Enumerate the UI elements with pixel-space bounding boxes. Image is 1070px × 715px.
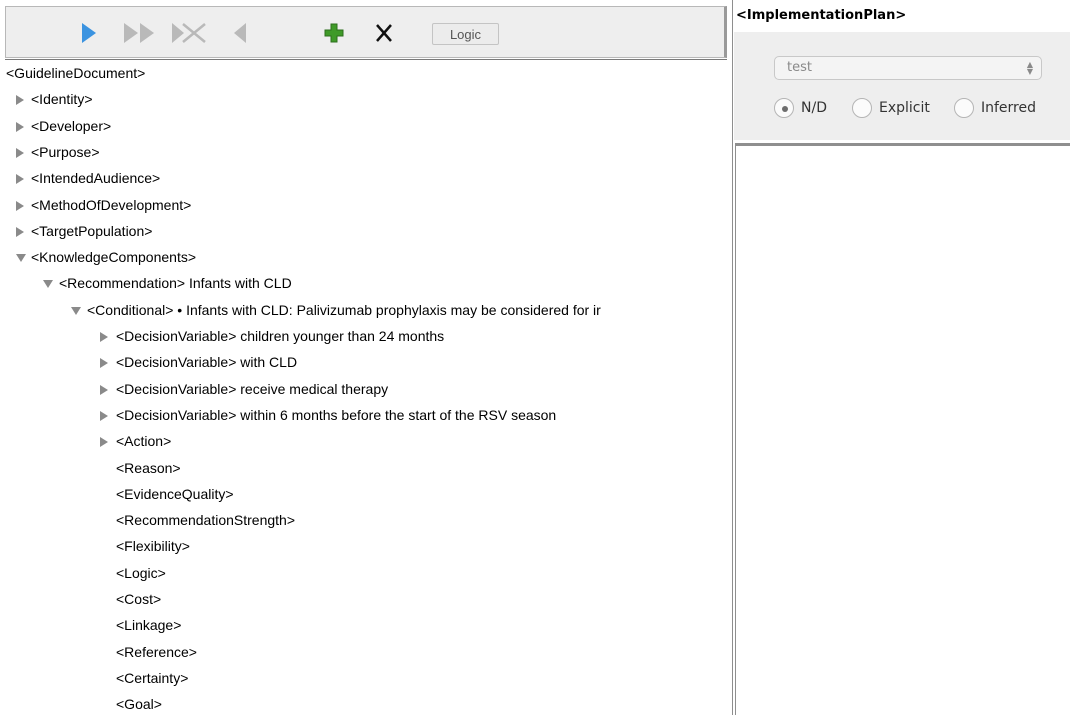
radio-inferred-label: Inferred (981, 100, 1037, 116)
tree-node-label: <Certainty> (116, 669, 189, 686)
tree-node-label: <DecisionVariable> within 6 months befor… (116, 406, 557, 423)
tree-node-label: <Linkage> (116, 617, 182, 634)
radio-nd[interactable]: N/D (774, 98, 827, 118)
tree-node-label: <Logic> (116, 564, 166, 581)
document-tree-pane: Logic <GuidelineDocument> <Identity> <Deve… (0, 0, 733, 715)
tree-node[interactable]: <Reason> (0, 455, 732, 481)
collapse-arrow-icon[interactable] (100, 332, 108, 342)
collapse-arrow-icon[interactable] (16, 121, 24, 132)
tree-node-label: <Reference> (116, 643, 197, 660)
expand-arrow-icon[interactable] (43, 280, 53, 289)
radio-explicit-label: Explicit (879, 100, 930, 116)
tree-node[interactable]: <Identity> (0, 86, 732, 112)
collapse-arrow-icon[interactable] (16, 95, 24, 106)
tree-node-label: <TargetPopulation> (31, 222, 153, 239)
tree-node-label: <Reason> (116, 459, 181, 476)
tree-node-label: <Conditional> • Infants with CLD: Palivi… (87, 301, 601, 318)
tree-node-label: <IntendedAudience> (31, 170, 161, 187)
radio-inferred[interactable]: Inferred (954, 98, 1036, 118)
tree-node[interactable]: <GuidelineDocument> (0, 60, 732, 86)
play-icon[interactable] (78, 21, 100, 45)
tree-node[interactable]: <DecisionVariable> within 6 months befor… (0, 402, 732, 428)
implementation-controls: test ▲ ▼ N/D Explicit Inferred (734, 32, 1070, 140)
fast-forward-icon[interactable] (122, 21, 158, 45)
tree-node-label: <Recommendation> Infants with CLD (59, 275, 292, 292)
toolbar: Logic (5, 6, 727, 58)
tree-node[interactable]: <Reference> (0, 639, 732, 665)
radio-nd-button[interactable] (774, 98, 794, 118)
tree-node[interactable]: <Flexibility> (0, 533, 732, 559)
delete-icon[interactable] (373, 21, 395, 45)
implementation-text-editor[interactable] (735, 143, 1070, 715)
tree-node[interactable]: <DecisionVariable> receive medical thera… (0, 376, 732, 402)
back-icon[interactable] (232, 21, 248, 45)
tree-node[interactable]: <Logic> (0, 560, 732, 586)
tree-node[interactable]: <KnowledgeComponents> (0, 244, 732, 270)
collapse-arrow-icon[interactable] (16, 200, 24, 211)
radio-explicit[interactable]: Explicit (852, 98, 930, 118)
tree-node[interactable]: <DecisionVariable> with CLD (0, 349, 732, 375)
collapse-arrow-icon[interactable] (16, 147, 24, 158)
collapse-arrow-icon[interactable] (100, 384, 108, 395)
tree-node[interactable]: <IntendedAudience> (0, 165, 732, 191)
add-icon[interactable] (323, 21, 345, 45)
collapse-arrow-icon[interactable] (100, 358, 108, 369)
tree-node[interactable]: <Linkage> (0, 612, 732, 638)
tree-node-label: <RecommendationStrength> (116, 512, 295, 529)
tree-node[interactable]: <TargetPopulation> (0, 218, 732, 244)
select-arrows-icon: ▲ ▼ (1026, 60, 1033, 76)
tree-node-label: <Cost> (116, 591, 162, 607)
implementation-plan-pane: <ImplementationPlan> test ▲ ▼ N/D Explici… (734, 0, 1070, 715)
implementation-plan-title: <ImplementationPlan> (736, 8, 907, 23)
tree-node[interactable]: <Cost> (0, 586, 732, 612)
skip-clear-icon[interactable] (171, 21, 209, 45)
tree-node[interactable]: <MethodOfDevelopment> (0, 192, 732, 218)
tree-node[interactable]: <Developer> (0, 113, 732, 139)
radio-nd-label: N/D (801, 100, 827, 116)
tree-node-label: <Purpose> (31, 143, 100, 160)
radio-inferred-button[interactable] (954, 98, 974, 118)
collapse-arrow-icon[interactable] (100, 410, 108, 421)
tree-node-label: <DecisionVariable> receive medical thera… (116, 380, 389, 397)
tree-node-label: <EvidenceQuality> (116, 485, 234, 502)
tree-node[interactable]: <Conditional> • Infants with CLD: Palivi… (0, 297, 732, 323)
tree-node-label: <KnowledgeComponents> (31, 249, 197, 266)
implementation-select[interactable]: test ▲ ▼ (774, 56, 1042, 80)
tree-node[interactable]: <Certainty> (0, 665, 732, 691)
expand-arrow-icon[interactable] (71, 306, 81, 315)
tree-node-label: <Developer> (31, 117, 112, 134)
tree-node[interactable]: <Recommendation> Infants with CLD (0, 270, 732, 296)
tree-node-label: <Goal> (116, 696, 162, 713)
radio-explicit-button[interactable] (852, 98, 872, 118)
tree-node-label: <DecisionVariable> children younger than… (116, 328, 445, 344)
collapse-arrow-icon[interactable] (16, 226, 24, 237)
collapse-arrow-icon[interactable] (16, 174, 24, 185)
tree-node-label: <Identity> (31, 91, 93, 108)
tree-node-label: <MethodOfDevelopment> (31, 196, 192, 213)
collapse-arrow-icon[interactable] (100, 437, 108, 448)
tree-node[interactable]: <Action> (0, 428, 732, 454)
tree-node-label: <DecisionVariable> with CLD (116, 354, 298, 371)
tree-node[interactable]: <Purpose> (0, 139, 732, 165)
implementation-select-value: test (787, 60, 812, 75)
tree-node[interactable]: <EvidenceQuality> (0, 481, 732, 507)
tree-node[interactable]: <DecisionVariable> children younger than… (0, 323, 732, 349)
tree-node-label: <Action> (116, 433, 172, 450)
tree-node[interactable]: <RecommendationStrength> (0, 507, 732, 533)
tree-node-label: <GuidelineDocument> (6, 65, 146, 81)
expand-arrow-icon[interactable] (16, 254, 26, 263)
tree-node-label: <Flexibility> (116, 538, 190, 555)
logic-button[interactable]: Logic (432, 23, 499, 45)
tree-node[interactable]: <Goal> (0, 691, 732, 715)
